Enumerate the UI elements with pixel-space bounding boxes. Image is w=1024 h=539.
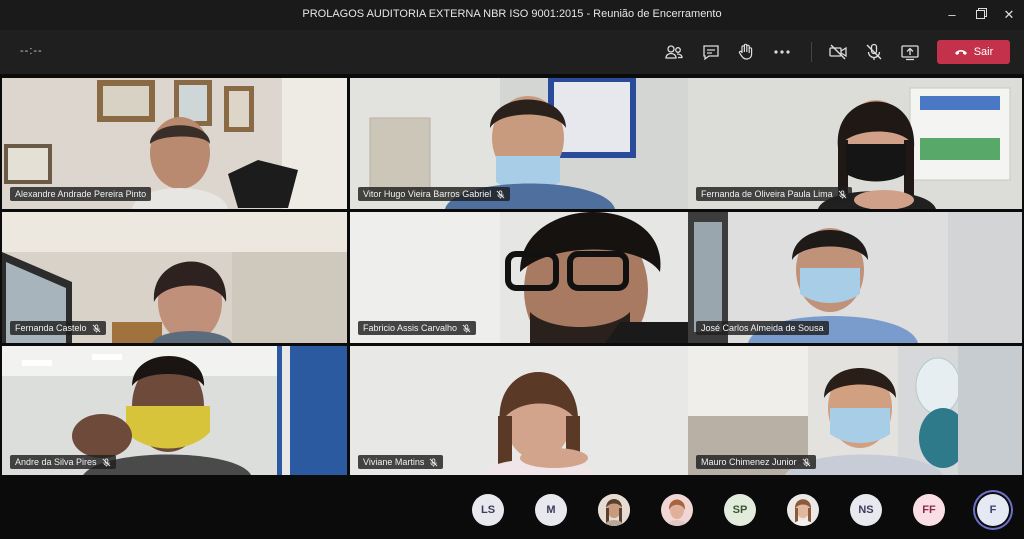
participant-roster: LS M SP NS FF F [0, 475, 1024, 539]
avatar[interactable] [661, 494, 693, 526]
participant-name: Fernanda Castelo [15, 323, 87, 333]
participant-name: Mauro Chimenez Junior [701, 457, 797, 467]
participant-tile[interactable]: Mauro Chimenez Junior [688, 346, 1022, 477]
share-screen-icon[interactable] [900, 42, 920, 62]
toolbar-divider [811, 42, 812, 62]
mic-off-icon[interactable] [864, 42, 884, 62]
avatar-initials: LS [480, 504, 496, 516]
participant-tile[interactable]: Alexandre Andrade Pereira Pinto [2, 78, 347, 209]
participant-tile[interactable]: José Carlos Almeida de Sousa [688, 212, 1022, 343]
participant-name: Fabricio Assis Carvalho [363, 323, 458, 333]
title-bar: PROLAGOS AUDITORIA EXTERNA NBR ISO 9001:… [0, 0, 1024, 30]
participant-name: Viviane Martins [363, 457, 425, 467]
participant-name-tag: Andre da Silva Pires [10, 455, 116, 469]
avatar-initials: NS [858, 504, 874, 516]
participant-name: Fernanda de Oliveira Paula Lima [701, 189, 833, 199]
participant-name: Vitor Hugo Vieira Barros Gabriel [363, 189, 492, 199]
participant-name-tag: Fernanda de Oliveira Paula Lima [696, 187, 852, 201]
avatar[interactable] [598, 494, 630, 526]
leave-button[interactable]: Sair [937, 40, 1010, 64]
mic-off-icon [802, 457, 810, 467]
avatar-self[interactable]: F [977, 494, 1009, 526]
participant-tile[interactable]: Fernanda de Oliveira Paula Lima [688, 78, 1022, 209]
participant-name: Alexandre Andrade Pereira Pinto [15, 189, 147, 199]
leave-label: Sair [973, 46, 994, 58]
participant-tile[interactable]: Vitor Hugo Vieira Barros Gabriel [350, 78, 695, 209]
participant-name: José Carlos Almeida de Sousa [701, 323, 824, 333]
avatar-initials: FF [922, 504, 936, 516]
avatar[interactable]: LS [472, 494, 504, 526]
window-title: PROLAGOS AUDITORIA EXTERNA NBR ISO 9001:… [302, 8, 722, 20]
avatar[interactable] [787, 494, 819, 526]
meeting-toolbar: --:-- [0, 30, 1024, 74]
restore-icon[interactable] [972, 6, 990, 24]
chat-icon[interactable] [701, 42, 721, 62]
participant-name-tag: Fernanda Castelo [10, 321, 106, 335]
avatar[interactable]: NS [850, 494, 882, 526]
close-icon[interactable]: ✕ [1000, 6, 1018, 24]
mic-off-icon [92, 323, 100, 333]
people-icon[interactable] [664, 42, 684, 62]
participant-name-tag: Viviane Martins [358, 455, 444, 469]
avatar-initials: F [989, 504, 997, 516]
participant-tile[interactable]: Viviane Martins [350, 346, 695, 477]
participant-tile[interactable]: Fernanda Castelo [2, 212, 347, 343]
avatar-initials: SP [732, 504, 748, 516]
avatar[interactable]: M [535, 494, 567, 526]
meeting-timer: --:-- [20, 45, 43, 57]
more-icon[interactable] [772, 42, 792, 62]
mic-off-icon [462, 323, 471, 333]
camera-off-icon[interactable] [828, 42, 848, 62]
participant-tile[interactable]: Fabricio Assis Carvalho [350, 212, 695, 343]
avatar[interactable]: FF [913, 494, 945, 526]
participant-tile[interactable]: Andre da Silva Pires [2, 346, 347, 477]
participant-name-tag: Vitor Hugo Vieira Barros Gabriel [358, 187, 511, 201]
participant-name-tag: Mauro Chimenez Junior [696, 455, 816, 469]
mic-off-icon [838, 189, 846, 199]
avatar-photo [661, 494, 693, 526]
participant-name-tag: Fabricio Assis Carvalho [358, 321, 477, 335]
phone-hangup-icon [954, 50, 967, 55]
participant-name-tag: José Carlos Almeida de Sousa [696, 321, 829, 335]
mic-off-icon [496, 189, 505, 199]
participant-name-tag: Alexandre Andrade Pereira Pinto [10, 187, 152, 201]
hand-icon[interactable] [736, 42, 756, 62]
avatar-photo [787, 494, 819, 526]
avatar[interactable]: SP [724, 494, 756, 526]
avatar-initials: M [546, 504, 556, 516]
video-grid: Alexandre Andrade Pereira Pinto Vitor Hu… [0, 76, 1024, 477]
mic-off-icon [102, 457, 110, 467]
avatar-photo [598, 494, 630, 526]
mic-off-icon [429, 457, 438, 467]
participant-name: Andre da Silva Pires [15, 457, 97, 467]
minimize-icon[interactable]: – [943, 6, 961, 24]
